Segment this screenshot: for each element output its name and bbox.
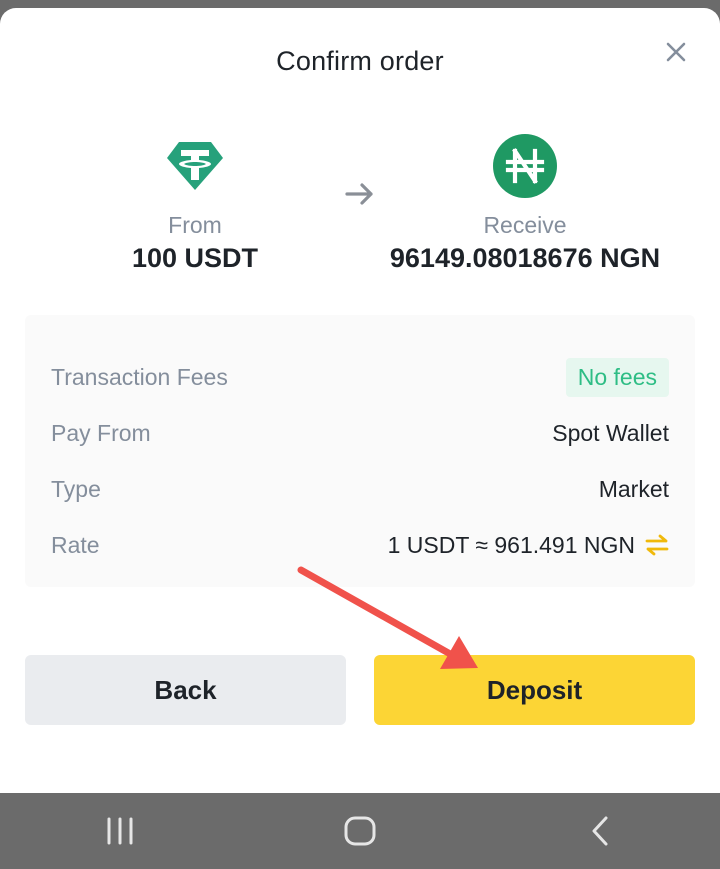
recent-apps-button[interactable] [90, 806, 150, 856]
close-icon [666, 42, 686, 62]
from-amount: 100 USDT [131, 243, 259, 273]
from-label: From [168, 212, 222, 238]
system-nav-bar [0, 793, 720, 869]
recent-apps-icon [107, 817, 133, 845]
rate-value: 1 USDT ≈ 961.491 NGN [387, 531, 635, 558]
close-button[interactable] [662, 38, 690, 66]
naira-icon [493, 134, 557, 198]
no-fees-badge: No fees [565, 357, 669, 397]
order-details: Transaction Fees No fees Pay From Spot W… [25, 315, 695, 587]
row-type: Type Market [51, 469, 669, 509]
tether-icon [163, 134, 227, 198]
pay-from-label: Pay From [51, 419, 151, 446]
home-icon [344, 816, 376, 846]
receive-amount: 96149.08018676 NGN [389, 243, 661, 273]
receive-section: Receive 96149.08018676 NGN [360, 134, 690, 274]
pay-from-value: Spot Wallet [552, 419, 669, 446]
type-value: Market [598, 475, 669, 502]
type-label: Type [51, 475, 101, 502]
back-button[interactable]: Back [25, 655, 346, 725]
swap-icon[interactable] [645, 534, 669, 556]
back-nav-button[interactable] [570, 806, 630, 856]
rate-label: Rate [51, 531, 100, 558]
fees-label: Transaction Fees [51, 363, 228, 390]
home-button[interactable] [330, 806, 390, 856]
row-transaction-fees: Transaction Fees No fees [51, 357, 669, 397]
from-section: From 100 USDT [95, 134, 295, 274]
receive-label: Receive [483, 212, 567, 238]
row-pay-from: Pay From Spot Wallet [51, 413, 669, 453]
page-title: Confirm order [276, 46, 444, 76]
row-rate: Rate 1 USDT ≈ 961.491 NGN [51, 525, 669, 565]
deposit-button[interactable]: Deposit [374, 655, 695, 725]
back-nav-icon [592, 816, 608, 846]
confirm-order-sheet: Confirm order From 100 USDT Receive 9614… [0, 8, 720, 793]
